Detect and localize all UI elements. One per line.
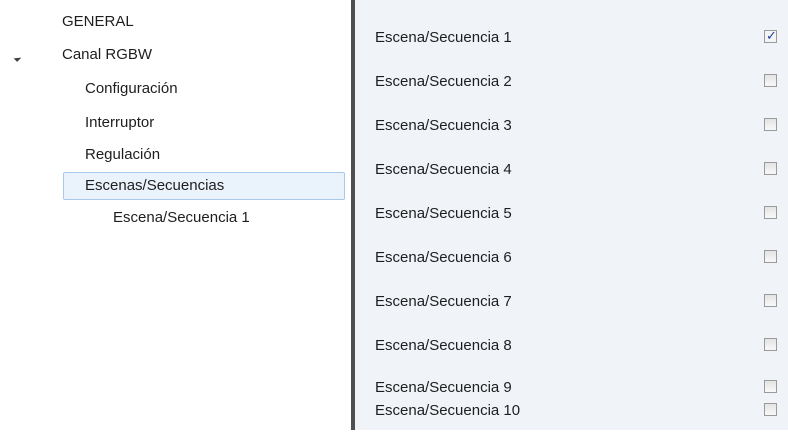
- scene-checkbox-6[interactable]: [764, 250, 777, 263]
- list-item: Escena/Secuencia 3: [355, 101, 788, 145]
- tree-item-escena-secuencia-1[interactable]: Escena/Secuencia 1: [113, 207, 250, 229]
- tree-item-label: GENERAL: [62, 13, 134, 30]
- tree-item-escenas-secuencias[interactable]: Escenas/Secuencias: [63, 172, 345, 200]
- tree-item-label: Regulación: [85, 146, 161, 163]
- list-item: Escena/Secuencia 7: [355, 277, 788, 321]
- checkmark-icon: ✓: [766, 28, 777, 43]
- scene-label: Escena/Secuencia 8: [375, 337, 512, 354]
- scene-label: Escena/Secuencia 5: [375, 205, 512, 222]
- scene-checkbox-10[interactable]: [764, 403, 777, 416]
- expanded-triangle-icon[interactable]: [13, 54, 22, 62]
- scene-checkbox-4[interactable]: [764, 162, 777, 175]
- scene-checkbox-3[interactable]: [764, 118, 777, 131]
- scene-checkbox-7[interactable]: [764, 294, 777, 307]
- tree-item-label: Escena/Secuencia 1: [113, 209, 250, 226]
- tree-item-label: Interruptor: [85, 114, 155, 131]
- scene-checkbox-1[interactable]: ✓: [764, 28, 777, 43]
- parameter-tree: GENERAL Canal RGBW Configuración Interru…: [0, 0, 351, 430]
- list-item: Escena/Secuencia 6: [355, 233, 788, 277]
- scene-label: Escena/Secuencia 1: [375, 29, 512, 46]
- scene-label: Escena/Secuencia 7: [375, 293, 512, 310]
- scene-label: Escena/Secuencia 3: [375, 117, 512, 134]
- scene-label: Escena/Secuencia 4: [375, 161, 512, 178]
- tree-item-label: Escenas/Secuencias: [85, 177, 225, 194]
- scene-label: Escena/Secuencia 2: [375, 73, 512, 90]
- tree-item-general[interactable]: GENERAL: [62, 11, 134, 33]
- list-item: Escena/Secuencia 2: [355, 57, 788, 101]
- list-item: Escena/Secuencia 8: [355, 321, 788, 365]
- tree-item-regulacion[interactable]: Regulación: [85, 144, 160, 166]
- tree-item-canal-rgbw[interactable]: Canal RGBW: [62, 44, 152, 66]
- scene-label: Escena/Secuencia 10: [375, 402, 521, 419]
- scene-checkbox-2[interactable]: [764, 74, 777, 87]
- tree-item-configuracion[interactable]: Configuración: [85, 78, 178, 100]
- scene-checkbox-5[interactable]: [764, 206, 777, 219]
- list-item: Escena/Secuencia 10: [355, 386, 788, 430]
- tree-item-interruptor[interactable]: Interruptor: [85, 112, 154, 134]
- scene-label: Escena/Secuencia 6: [375, 249, 512, 266]
- tree-item-label: Canal RGBW: [62, 46, 153, 63]
- scene-checkbox-8[interactable]: [764, 338, 777, 351]
- list-item: Escena/Secuencia 5: [355, 189, 788, 233]
- list-item: Escena/Secuencia 4: [355, 145, 788, 189]
- list-item: Escena/Secuencia 1 ✓: [355, 13, 788, 57]
- parameters-panel: Escena/Secuencia 1 ✓ Escena/Secuencia 2 …: [355, 0, 788, 430]
- tree-item-label: Configuración: [85, 80, 178, 97]
